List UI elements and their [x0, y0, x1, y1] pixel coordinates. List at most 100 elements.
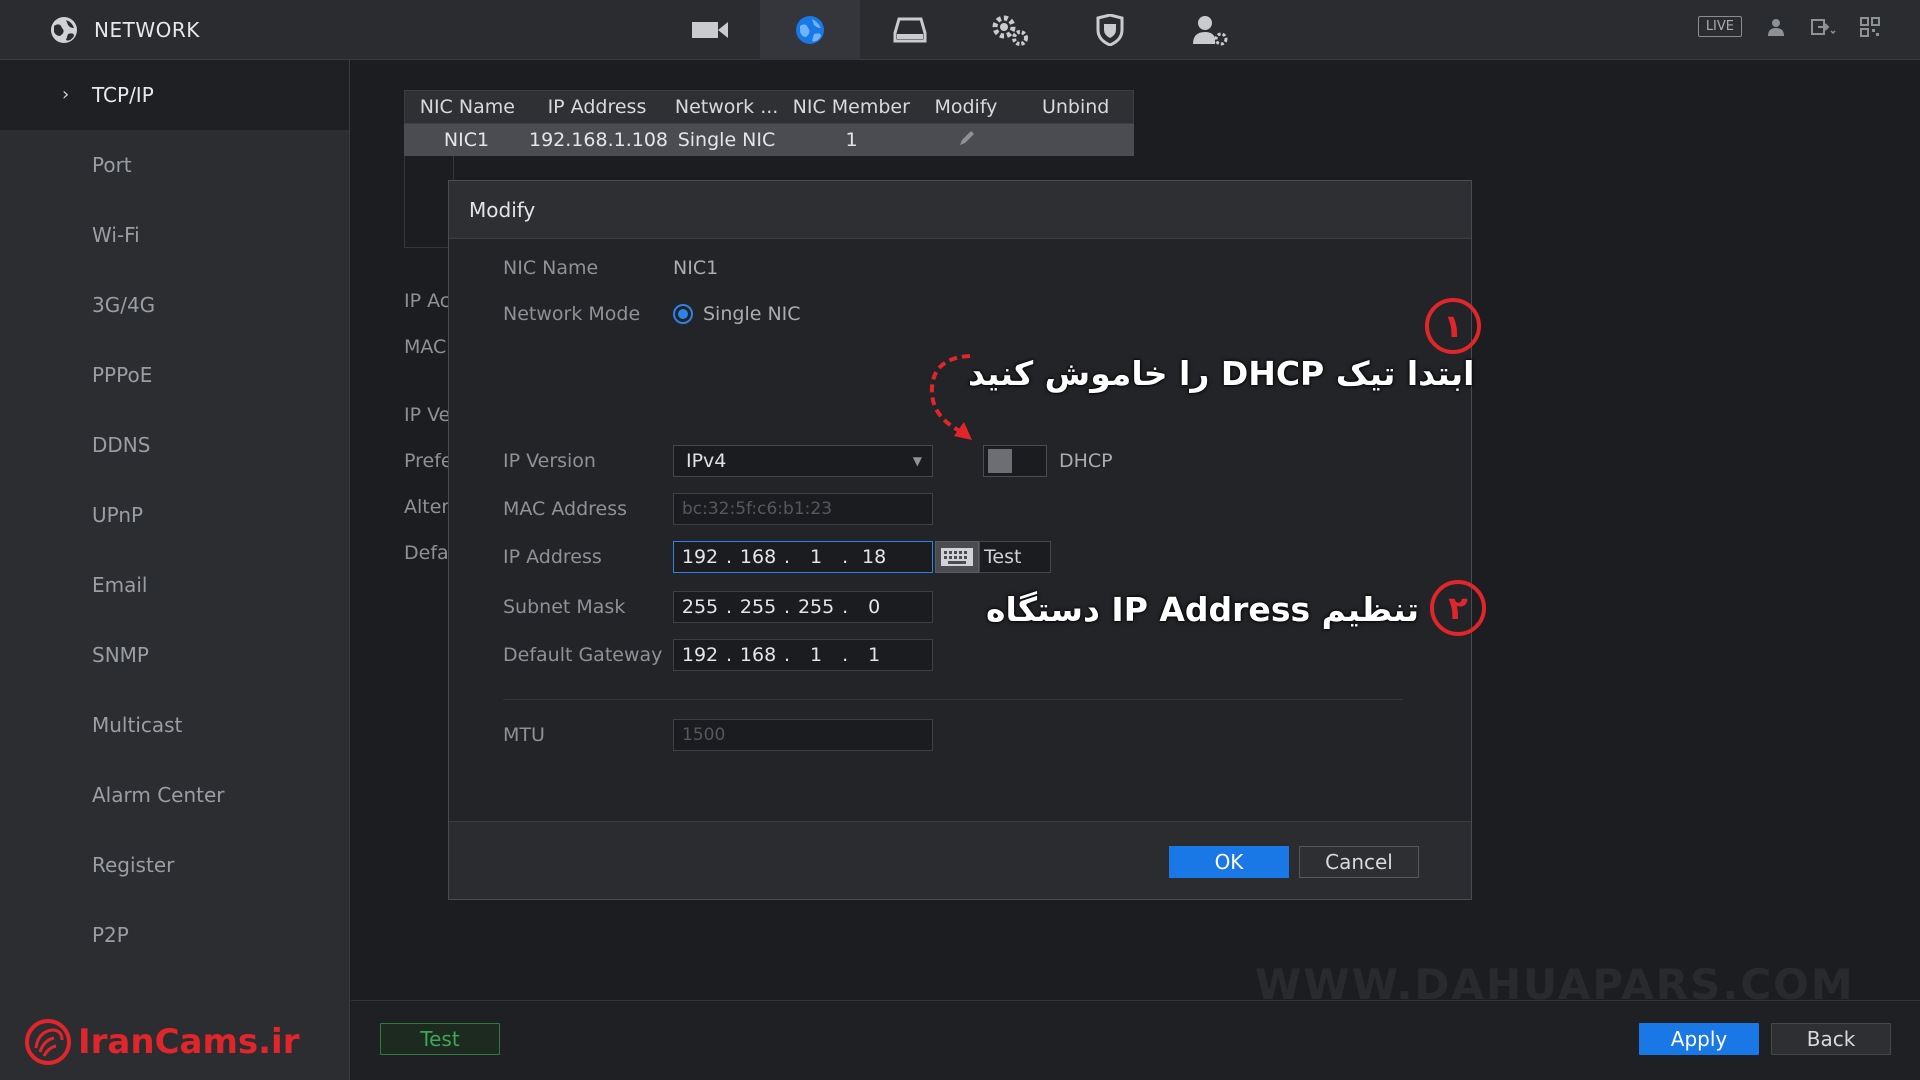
bottom-bar: Test Apply Back: [351, 1000, 1920, 1080]
step2-number-badge: ۲: [1430, 580, 1486, 636]
page-title: NETWORK: [94, 18, 200, 42]
bg-label-default: Defa: [404, 542, 449, 564]
brand: NETWORK: [48, 14, 200, 46]
account-icon: [1193, 16, 1228, 46]
dialog-title: Modify: [449, 181, 1471, 239]
logout-icon[interactable]: [1810, 17, 1836, 37]
sidebar-item-label: UPnP: [92, 503, 144, 527]
sidebar: › TCP/IP Port Wi-Fi 3G/4G PPPoE DDNS UPn…: [0, 60, 350, 1080]
live-button[interactable]: LIVE: [1697, 16, 1742, 37]
gateway-octet[interactable]: 1: [790, 644, 842, 666]
sidebar-item-3g4g[interactable]: 3G/4G: [0, 270, 349, 340]
edit-pencil-icon: [959, 130, 974, 145]
sidebar-item-port[interactable]: Port: [0, 130, 349, 200]
sidebar-item-label: Alarm Center: [92, 783, 225, 807]
sidebar-item-ddns[interactable]: DDNS: [0, 410, 349, 480]
nav-security[interactable]: [1060, 0, 1160, 60]
nav-storage[interactable]: [860, 0, 960, 60]
nav-network[interactable]: [760, 0, 860, 60]
sidebar-item-wifi[interactable]: Wi-Fi: [0, 200, 349, 270]
sidebar-item-alarm-center[interactable]: Alarm Center: [0, 760, 349, 830]
virtual-keyboard-button[interactable]: [935, 541, 979, 573]
cell-ip-address: 192.168.1.108: [529, 129, 669, 151]
subnet-octet[interactable]: 255: [732, 596, 784, 618]
gateway-octet[interactable]: 1: [848, 644, 900, 666]
security-icon: [1096, 14, 1124, 46]
ip-version-label: IP Version: [503, 450, 596, 472]
sidebar-item-label: Register: [92, 853, 175, 877]
ip-version-select[interactable]: IPv4 ▼: [673, 445, 933, 477]
col-ip-address: IP Address: [547, 96, 647, 118]
sidebar-item-snmp[interactable]: SNMP: [0, 620, 349, 690]
mtu-field: 1500: [673, 719, 933, 751]
sidebar-item-label: SNMP: [92, 643, 149, 667]
apply-button[interactable]: Apply: [1639, 1023, 1759, 1055]
subnet-mask-label: Subnet Mask: [503, 596, 626, 618]
nic-name-label: NIC Name: [503, 257, 599, 279]
network-icon: [796, 16, 824, 44]
keyboard-icon: [941, 548, 973, 566]
test-button[interactable]: Test: [380, 1023, 500, 1055]
sidebar-item-label: TCP/IP: [92, 83, 154, 107]
gateway-octet[interactable]: 192: [674, 644, 726, 666]
sidebar-item-p2p[interactable]: P2P: [0, 900, 349, 970]
subnet-mask-field[interactable]: 255. 255. 255. 0: [673, 591, 933, 623]
ip-octet[interactable]: 168: [732, 546, 784, 568]
top-right-tools: LIVE: [1697, 16, 1880, 37]
qr-code-icon[interactable]: [1860, 16, 1880, 37]
network-mode-label: Network Mode: [503, 303, 641, 325]
subnet-octet[interactable]: 255: [790, 596, 842, 618]
divider: [503, 699, 1403, 700]
sidebar-item-upnp[interactable]: UPnP: [0, 480, 349, 550]
sidebar-item-email[interactable]: Email: [0, 550, 349, 620]
irancams-logo-icon: [25, 1019, 71, 1065]
bg-label-ip-address: IP Ac: [404, 290, 451, 312]
sidebar-item-label: DDNS: [92, 433, 151, 457]
ip-test-button[interactable]: Test: [979, 541, 1051, 573]
sidebar-item-tcpip[interactable]: › TCP/IP: [0, 60, 349, 130]
ok-button[interactable]: OK: [1169, 846, 1289, 878]
cell-nic-name: NIC1: [443, 129, 490, 151]
mac-address-field: bc:32:5f:c6:b1:23: [673, 493, 933, 525]
back-button[interactable]: Back: [1771, 1023, 1891, 1055]
nic-name-value: NIC1: [673, 257, 719, 279]
nav-system[interactable]: [960, 0, 1060, 60]
network-globe-icon: [51, 17, 77, 43]
camera-icon: [692, 22, 728, 38]
default-gateway-field[interactable]: 192. 168. 1. 1: [673, 639, 933, 671]
bg-label-ip-version: IP Ve: [404, 404, 451, 426]
subnet-octet[interactable]: 0: [848, 596, 900, 618]
ip-address-field[interactable]: 192. 168. 1. 18: [673, 541, 933, 573]
curved-arrow-icon: [929, 354, 972, 440]
col-unbind: Unbind: [1041, 96, 1110, 118]
table-row[interactable]: NIC1 192.168.1.108 Single NIC 1: [404, 124, 1134, 156]
ip-octet[interactable]: 192: [674, 546, 726, 568]
single-nic-radio[interactable]: [673, 304, 693, 324]
nav-account[interactable]: [1160, 0, 1260, 60]
col-nic-name: NIC Name: [419, 96, 515, 118]
gateway-octet[interactable]: 168: [732, 644, 784, 666]
top-bar: NETWORK LIVE: [0, 0, 1920, 60]
sidebar-item-label: Wi-Fi: [92, 223, 140, 247]
table-empty-area: [404, 156, 454, 248]
sidebar-item-register[interactable]: Register: [0, 830, 349, 900]
sidebar-item-pppoe[interactable]: PPPoE: [0, 340, 349, 410]
modify-button[interactable]: [914, 129, 1019, 152]
mac-address-label: MAC Address: [503, 498, 628, 520]
modify-dialog: Modify NIC Name NIC1 Network Mode Single…: [448, 180, 1472, 900]
user-icon[interactable]: [1766, 17, 1786, 37]
ip-octet[interactable]: 18: [848, 546, 900, 568]
bg-label-alternate-dns: Alter: [404, 496, 450, 518]
nav-live-camera[interactable]: [660, 0, 760, 60]
table-header: NIC Name IP Address Network ... NIC Memb…: [404, 90, 1134, 124]
sidebar-item-multicast[interactable]: Multicast: [0, 690, 349, 760]
default-gateway-label: Default Gateway: [503, 644, 663, 666]
sidebar-item-label: PPPoE: [92, 363, 153, 387]
row-network-mode: Network Mode Single NIC: [503, 303, 801, 325]
dropdown-arrow-icon: ▼: [912, 454, 922, 468]
subnet-octet[interactable]: 255: [674, 596, 726, 618]
ip-octet[interactable]: 1: [790, 546, 842, 568]
cancel-button[interactable]: Cancel: [1299, 846, 1419, 878]
row-default-gateway: Default Gateway 192. 168. 1. 1: [503, 639, 933, 671]
bg-label-preferred-dns: Prefe: [404, 450, 453, 472]
